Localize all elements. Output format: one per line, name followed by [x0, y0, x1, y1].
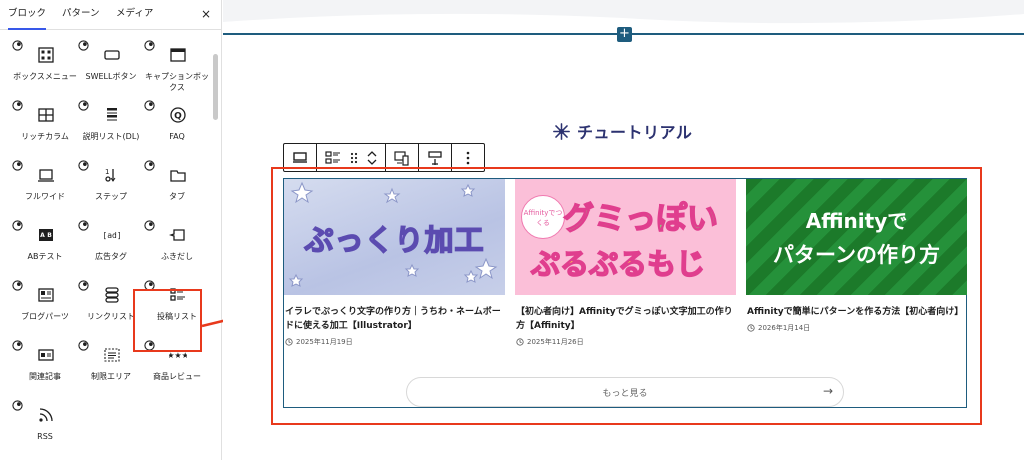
block-item-label: RSS: [37, 432, 53, 441]
heading-text: チュートリアル: [577, 123, 693, 142]
plugin-badge-icon: [78, 220, 89, 231]
blog-parts-icon: [38, 288, 54, 302]
block-item-label: SWELLボタン: [85, 72, 137, 81]
list-icon: [325, 150, 340, 164]
spacing-icon: [428, 150, 442, 165]
rss-icon: [39, 408, 53, 422]
plugin-badge-icon: [78, 340, 89, 351]
block-item-label: ふきだし: [161, 252, 193, 261]
plugin-badge-icon: [12, 400, 23, 411]
block-item-label: FAQ: [169, 132, 185, 141]
plugin-badge-icon: [12, 220, 23, 231]
block-item-label: フルワイド: [25, 192, 65, 201]
block-item[interactable]: ふきだし: [144, 218, 210, 274]
block-item[interactable]: 1 ステップ: [78, 158, 144, 214]
block-item-label: 商品レビュー: [153, 372, 201, 381]
plugin-badge-icon: [144, 40, 155, 51]
block-item[interactable]: [ad] 広告タグ: [78, 218, 144, 274]
block-item[interactable]: A B ABテスト: [12, 218, 78, 274]
plugin-badge-icon: [144, 100, 155, 111]
svg-text:B: B: [47, 232, 52, 239]
restricted-area-icon: [104, 348, 120, 362]
plugin-badge-icon: [12, 160, 23, 171]
block-item[interactable]: リッチカラム: [12, 98, 78, 154]
plugin-badge-icon: [78, 160, 89, 171]
sidebar-scrollbar[interactable]: [213, 54, 218, 120]
block-item-label: ボックスメニュー: [13, 72, 77, 81]
svg-text:[ad]: [ad]: [103, 231, 121, 240]
block-item[interactable]: RSS: [12, 398, 78, 454]
block-item-label: キャプションボックス: [145, 72, 209, 92]
svg-text:Q: Q: [174, 112, 182, 122]
plugin-badge-icon: [78, 40, 89, 51]
plugin-badge-icon: [12, 40, 23, 51]
svg-text:1: 1: [105, 168, 109, 176]
block-item[interactable]: Q FAQ: [144, 98, 210, 154]
block-inserter-sidebar: ブロック パターン メディア × ボックスメニュー SWELLボタン キャプションボ…: [0, 0, 222, 460]
highlight-box-post-list: [133, 289, 202, 352]
inserter-tabs: ブロック パターン メディア ×: [0, 0, 221, 30]
device-icon: [394, 150, 409, 166]
kebab-menu-icon: [466, 151, 470, 164]
related-post-icon: [38, 349, 54, 361]
plugin-badge-icon: [12, 100, 23, 111]
block-item-label: ブログパーツ: [21, 312, 69, 321]
chevron-up-down-icon: [367, 150, 377, 165]
block-item-label: ABテスト: [27, 252, 63, 261]
caption-box-icon: [170, 48, 186, 62]
description-list-icon: [107, 108, 117, 121]
block-inserter-button[interactable]: +: [617, 27, 632, 42]
full-wide-icon: [38, 169, 54, 182]
button-icon: [104, 50, 120, 60]
block-item-label: 関連記事: [29, 372, 61, 381]
plugin-badge-icon: [144, 160, 155, 171]
plugin-badge-icon: [12, 280, 23, 291]
block-item[interactable]: フルワイド: [12, 158, 78, 214]
block-item[interactable]: キャプションボックス: [144, 38, 210, 94]
block-item[interactable]: SWELLボタン: [78, 38, 144, 94]
block-item[interactable]: 関連記事: [12, 338, 78, 394]
columns-icon: [38, 108, 54, 122]
block-item[interactable]: タブ: [144, 158, 210, 214]
svg-text:★★★: ★★★: [169, 351, 187, 360]
block-item-label: タブ: [169, 192, 185, 201]
block-item[interactable]: ボックスメニュー: [12, 38, 78, 94]
ad-tag-icon: [ad]: [103, 231, 121, 240]
tab-media[interactable]: メディア: [116, 0, 153, 30]
step-icon: 1: [105, 168, 116, 182]
tab-icon: [170, 170, 186, 182]
block-item-label: 説明リスト(DL): [82, 132, 140, 141]
plugin-badge-icon: [144, 220, 155, 231]
drag-dots-icon: [350, 152, 358, 163]
grid-box-icon: [38, 47, 54, 63]
block-item-label: 広告タグ: [95, 252, 127, 261]
plugin-badge-icon: [12, 340, 23, 351]
editor-canvas: + チュートリアル ぷっくり加工 イラレでぷっくり文字の作り方｜うちわ・ネームボ…: [223, 0, 1024, 460]
monitor-icon: [293, 151, 307, 163]
tab-blocks[interactable]: ブロック: [8, 0, 46, 30]
tab-patterns[interactable]: パターン: [62, 0, 100, 30]
link-list-icon: [105, 287, 119, 303]
close-icon[interactable]: ×: [201, 7, 211, 21]
block-item-label: ステップ: [95, 192, 127, 201]
sparkle-icon: [553, 122, 570, 140]
block-item-label: 制限エリア: [91, 372, 131, 381]
section-heading[interactable]: チュートリアル: [553, 120, 692, 142]
block-item[interactable]: 説明リスト(DL): [78, 98, 144, 154]
svg-text:A: A: [40, 232, 45, 239]
block-item-label: リッチカラム: [21, 132, 69, 141]
highlight-box-post-list-block: [271, 167, 982, 425]
plugin-badge-icon: [78, 280, 89, 291]
ab-test-icon: AB: [39, 229, 53, 241]
faq-icon: Q: [170, 107, 186, 123]
plugin-badge-icon: [78, 100, 89, 111]
block-item[interactable]: ブログパーツ: [12, 278, 78, 334]
balloon-icon: [169, 229, 185, 241]
